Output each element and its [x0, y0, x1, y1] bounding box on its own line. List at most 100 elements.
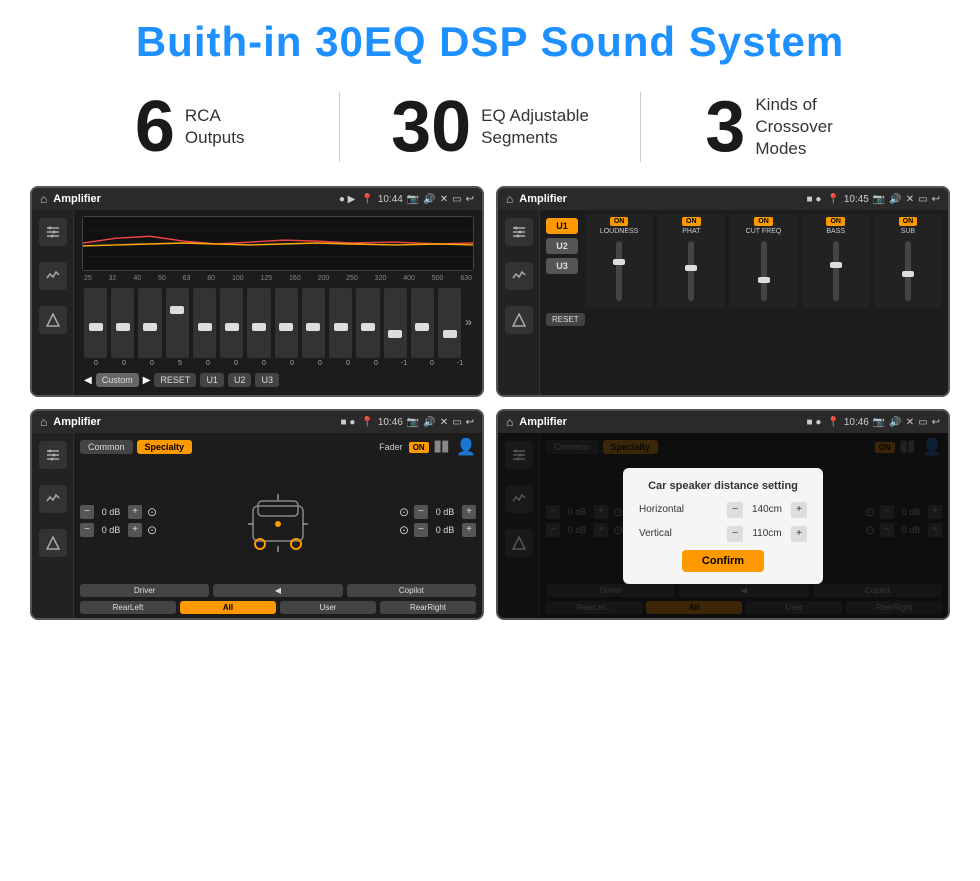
home-icon[interactable]: ⌂ [40, 192, 47, 206]
dsp-loudness-on[interactable]: ON [610, 217, 629, 226]
eq-slider-0[interactable] [84, 288, 107, 358]
fader-left-controls: − 0 dB + ⊙ − 0 dB + ⊙ [80, 505, 157, 537]
eq-u1-btn[interactable]: U1 [200, 373, 224, 387]
fader-home-icon[interactable]: ⌂ [40, 415, 47, 429]
eq-slider-3[interactable] [166, 288, 189, 358]
dialog-back-icon[interactable]: ↩ [932, 417, 940, 428]
fader-sidebar [32, 433, 74, 618]
dsp-bass-on[interactable]: ON [826, 217, 845, 226]
eq-status-dots: ● ▶ [339, 194, 356, 205]
dsp-cutfreq-channel: ON CUT FREQ [729, 214, 797, 308]
dialog-camera-icon: 📷 [873, 417, 885, 428]
fader-sidebar-btn-1[interactable] [39, 441, 67, 469]
eq-u2-btn[interactable]: U2 [228, 373, 252, 387]
fader-right-plus-1[interactable]: + [462, 505, 476, 519]
fader-driver-btn[interactable]: Driver [80, 584, 209, 597]
dialog-vertical-minus[interactable]: − [727, 526, 743, 542]
fader-all-btn[interactable]: All [180, 601, 276, 614]
fader-left-plus-2[interactable]: + [128, 523, 142, 537]
fader-db-val-4: 0 dB [431, 525, 459, 535]
dsp-status-dots: ■ ● [807, 194, 822, 205]
fader-on-badge[interactable]: ON [409, 442, 429, 453]
eq-slider-11[interactable] [384, 288, 407, 358]
fader-rearleft-btn[interactable]: RearLeft [80, 601, 176, 614]
eq-sidebar-btn-1[interactable] [39, 218, 67, 246]
dialog-horizontal-plus[interactable]: + [791, 502, 807, 518]
fader-right-plus-2[interactable]: + [462, 523, 476, 537]
dsp-phat-slider[interactable] [688, 241, 694, 301]
dsp-sub-on[interactable]: ON [899, 217, 918, 226]
dsp-bass-name: BASS [826, 228, 845, 235]
dsp-sidebar-btn-2[interactable] [505, 262, 533, 290]
dsp-cutfreq-slider[interactable] [761, 241, 767, 301]
eq-label-13: 500 [432, 275, 444, 282]
fader-right-minus-2[interactable]: − [414, 523, 428, 537]
eq-sliders: » [82, 286, 474, 358]
eq-slider-13[interactable] [438, 288, 461, 358]
dialog-screen-body: Common Specialty ON ▊▊ 👤 − 0 dB + ⊙ [498, 433, 948, 618]
fader-sidebar-btn-2[interactable] [39, 485, 67, 513]
dialog-location-icon: 📍 [827, 417, 839, 428]
dsp-back-icon[interactable]: ↩ [932, 194, 940, 205]
eq-slider-10[interactable] [356, 288, 379, 358]
fader-user-btn[interactable]: User [280, 601, 376, 614]
fader-rearright-btn[interactable]: RearRight [380, 601, 476, 614]
dialog-horizontal-minus[interactable]: − [727, 502, 743, 518]
eq-val-7: 0 [280, 360, 304, 367]
eq-slider-4[interactable] [193, 288, 216, 358]
eq-custom-btn[interactable]: Custom [96, 373, 139, 387]
eq-slider-7[interactable] [275, 288, 298, 358]
eq-slider-5[interactable] [220, 288, 243, 358]
eq-label-1: 32 [109, 275, 117, 282]
eq-sidebar [32, 210, 74, 395]
fader-signal-icon: ✕ [440, 417, 448, 428]
dialog-home-icon[interactable]: ⌂ [506, 415, 513, 429]
eq-slider-2[interactable] [138, 288, 161, 358]
fader-right-minus-1[interactable]: − [414, 505, 428, 519]
fader-left-minus-1[interactable]: − [80, 505, 94, 519]
eq-slider-1[interactable] [111, 288, 134, 358]
eq-more-icon[interactable]: » [465, 315, 472, 329]
fader-copilot-btn[interactable]: Copilot [347, 584, 476, 597]
fader-back-icon[interactable]: ↩ [466, 417, 474, 428]
dialog-title: Car speaker distance setting [639, 480, 807, 492]
dialog-screen: ⌂ Amplifier ■ ● 📍 10:46 📷 🔊 ✕ ▭ ↩ [496, 409, 950, 620]
eq-slider-6[interactable] [247, 288, 270, 358]
speaker-distance-dialog: Car speaker distance setting Horizontal … [623, 468, 823, 584]
fader-common-tab[interactable]: Common [80, 440, 133, 454]
fader-arrow-left[interactable]: ◀ [213, 584, 342, 597]
fader-specialty-tab[interactable]: Specialty [137, 440, 193, 454]
dsp-sidebar-btn-3[interactable] [505, 306, 533, 334]
fader-left-plus-1[interactable]: + [128, 505, 142, 519]
dsp-bass-slider[interactable] [833, 241, 839, 301]
dsp-reset-btn[interactable]: RESET [546, 313, 585, 326]
eq-sidebar-btn-3[interactable] [39, 306, 67, 334]
fader-sidebar-btn-3[interactable] [39, 529, 67, 557]
eq-next-btn[interactable]: ▶ [143, 375, 151, 386]
stat-eq: 30 EQ AdjustableSegments [340, 91, 639, 163]
dsp-phat-on[interactable]: ON [682, 217, 701, 226]
eq-slider-12[interactable] [411, 288, 434, 358]
dsp-sidebar-btn-1[interactable] [505, 218, 533, 246]
dialog-vertical-plus[interactable]: + [791, 526, 807, 542]
dialog-confirm-button[interactable]: Confirm [682, 550, 764, 572]
dsp-home-icon[interactable]: ⌂ [506, 192, 513, 206]
fader-screen: ⌂ Amplifier ■ ● 📍 10:46 📷 🔊 ✕ ▭ ↩ [30, 409, 484, 620]
eq-slider-9[interactable] [329, 288, 352, 358]
eq-reset-btn[interactable]: RESET [154, 373, 196, 387]
fader-left-minus-2[interactable]: − [80, 523, 94, 537]
eq-prev-btn[interactable]: ◀ [84, 375, 92, 386]
dsp-sub-slider[interactable] [905, 241, 911, 301]
fader-tabs: Common Specialty [80, 440, 192, 454]
back-icon[interactable]: ↩ [466, 194, 474, 205]
fader-camera-icon: 📷 [407, 417, 419, 428]
eq-u3-btn[interactable]: U3 [255, 373, 279, 387]
dsp-cutfreq-on[interactable]: ON [754, 217, 773, 226]
dsp-u2-btn[interactable]: U2 [546, 238, 578, 254]
eq-sidebar-btn-2[interactable] [39, 262, 67, 290]
dsp-u1-btn[interactable]: U1 [546, 218, 578, 234]
dsp-u3-btn[interactable]: U3 [546, 258, 578, 274]
eq-slider-8[interactable] [302, 288, 325, 358]
dsp-loudness-slider[interactable] [616, 241, 622, 301]
eq-val-3: 5 [168, 360, 192, 367]
